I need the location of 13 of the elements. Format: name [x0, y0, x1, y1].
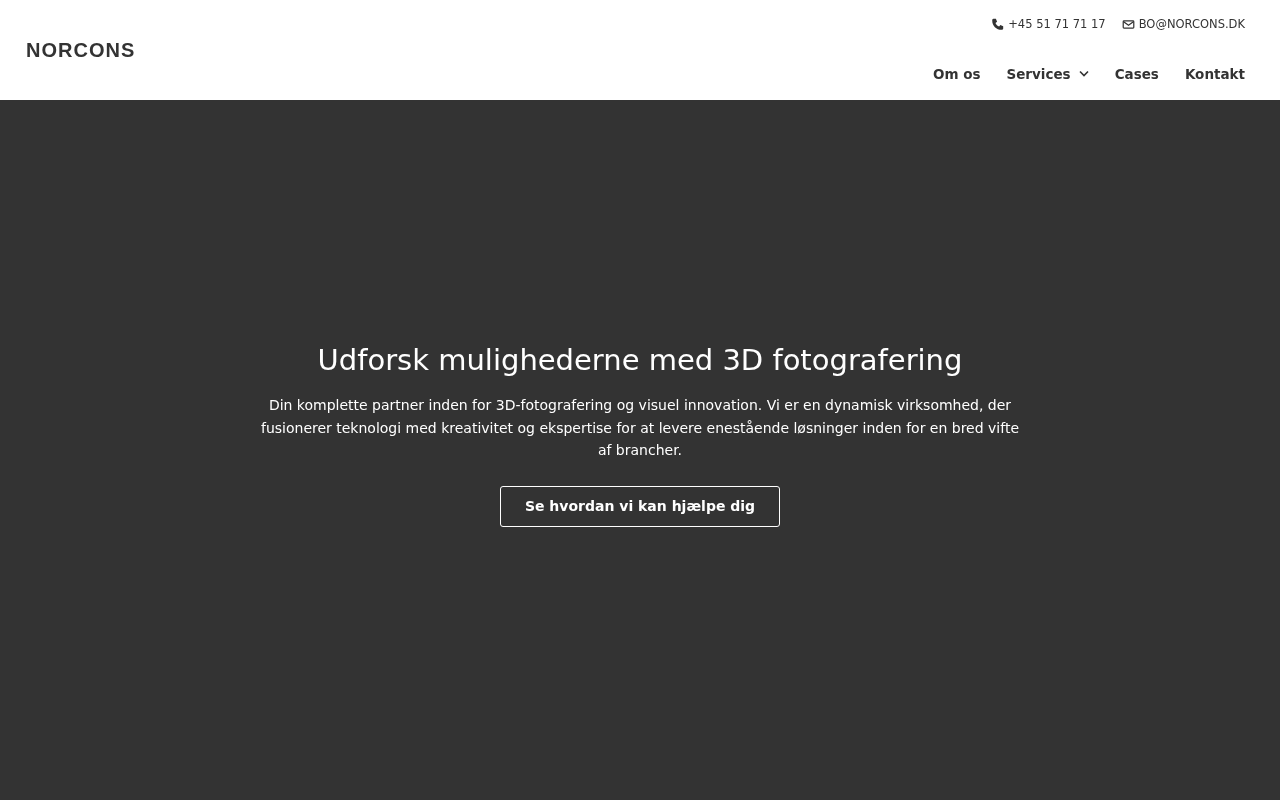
chevron-down-icon[interactable] — [1078, 70, 1089, 78]
hero-description: Din komplette partner inden for 3D-fotografering og visuel innovation. Vi er en dynamisk virksomhed, der fusionerer teknologi med kreativitet og ekspertise for at levere enestående løsninger inden for en bred vifte af brancher. — [260, 396, 1020, 461]
phone-link[interactable]: +45 51 71 71 17 — [1008, 16, 1106, 34]
nav-link[interactable]: Om os — [932, 63, 981, 84]
nav-link[interactable]: Services — [1006, 63, 1071, 84]
logo[interactable]: NORCONS — [26, 35, 136, 65]
nav-link[interactable]: Cases — [1114, 63, 1159, 84]
email-link[interactable]: BO@NORCONS.DK — [1138, 16, 1245, 34]
phone-icon — [991, 18, 1005, 32]
cta-button[interactable]: Se hvordan vi kan hjælpe dig — [499, 485, 781, 527]
email-icon — [1121, 18, 1135, 32]
nav-link[interactable]: Kontakt — [1184, 63, 1245, 84]
hero-heading: Udforsk mulighederne med 3D fotografering — [317, 343, 963, 379]
